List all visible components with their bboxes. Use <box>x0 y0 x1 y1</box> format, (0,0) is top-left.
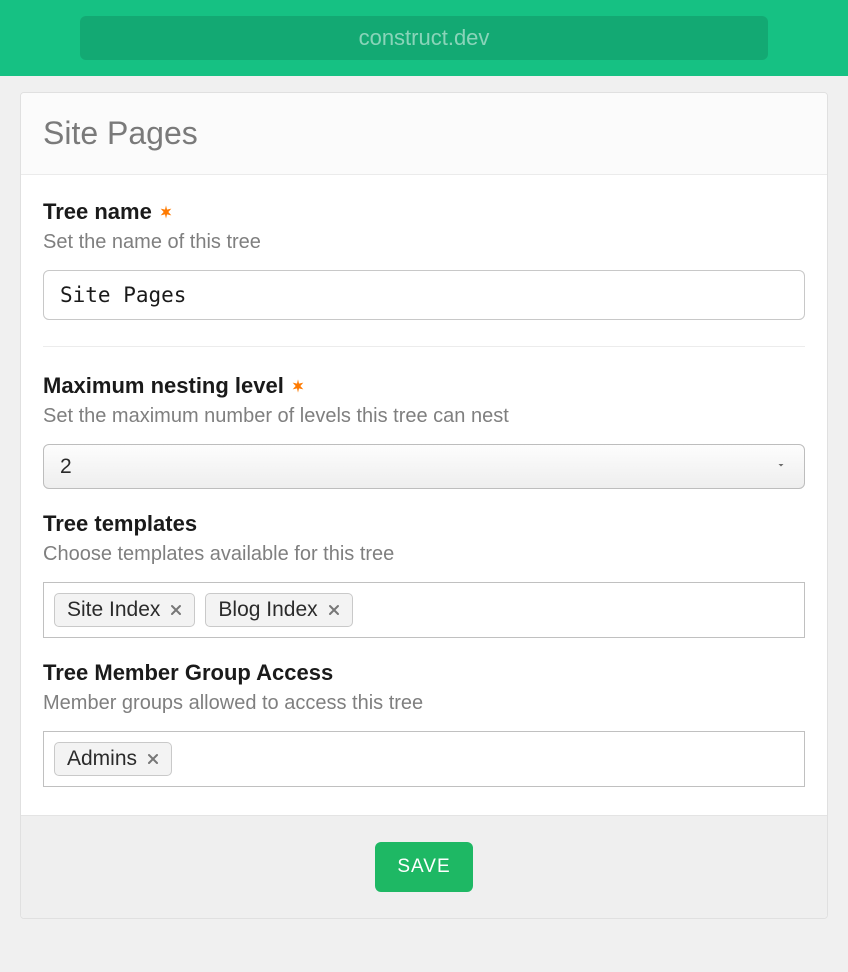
tree-name-description: Set the name of this tree <box>43 231 805 254</box>
max-nesting-description: Set the maximum number of levels this tr… <box>43 405 805 428</box>
tree-templates-label: Tree templates <box>43 511 805 537</box>
save-button[interactable]: SAVE <box>375 842 472 892</box>
tree-templates-input[interactable]: Site Index Blog Index <box>43 582 805 638</box>
member-access-label: Tree Member Group Access <box>43 660 805 686</box>
tag-label: Admins <box>67 747 137 771</box>
max-nesting-label: Maximum nesting level <box>43 373 805 399</box>
field-tree-name: Tree name Set the name of this tree <box>43 199 805 347</box>
panel-header: Site Pages <box>21 93 827 175</box>
tag-site-index: Site Index <box>54 593 195 627</box>
tag-label: Site Index <box>67 598 160 622</box>
tree-templates-description: Choose templates available for this tree <box>43 543 805 566</box>
required-asterisk-icon <box>290 378 306 394</box>
max-nesting-select-wrap: 2 <box>43 444 805 489</box>
tag-blog-index: Blog Index <box>205 593 352 627</box>
tree-name-label: Tree name <box>43 199 805 225</box>
member-access-input[interactable]: Admins <box>43 731 805 787</box>
required-asterisk-icon <box>158 204 174 220</box>
field-tree-templates: Tree templates Choose templates availabl… <box>43 511 805 638</box>
tree-name-input[interactable] <box>43 270 805 320</box>
panel-body: Tree name Set the name of this tree Maxi… <box>21 175 827 815</box>
url-text: construct.dev <box>359 25 490 51</box>
tag-label: Blog Index <box>218 598 317 622</box>
field-max-nesting: Maximum nesting level Set the maximum nu… <box>43 373 805 489</box>
page-title: Site Pages <box>43 115 805 152</box>
member-access-description: Member groups allowed to access this tre… <box>43 692 805 715</box>
close-icon[interactable] <box>326 602 342 618</box>
panel-footer: SAVE <box>21 815 827 918</box>
max-nesting-select[interactable]: 2 <box>43 444 805 489</box>
url-bar[interactable]: construct.dev <box>80 16 768 60</box>
browser-top-bar: construct.dev <box>0 0 848 76</box>
close-icon[interactable] <box>145 751 161 767</box>
close-icon[interactable] <box>168 602 184 618</box>
tag-admins: Admins <box>54 742 172 776</box>
field-member-access: Tree Member Group Access Member groups a… <box>43 660 805 787</box>
settings-panel: Site Pages Tree name Set the name of thi… <box>20 92 828 919</box>
